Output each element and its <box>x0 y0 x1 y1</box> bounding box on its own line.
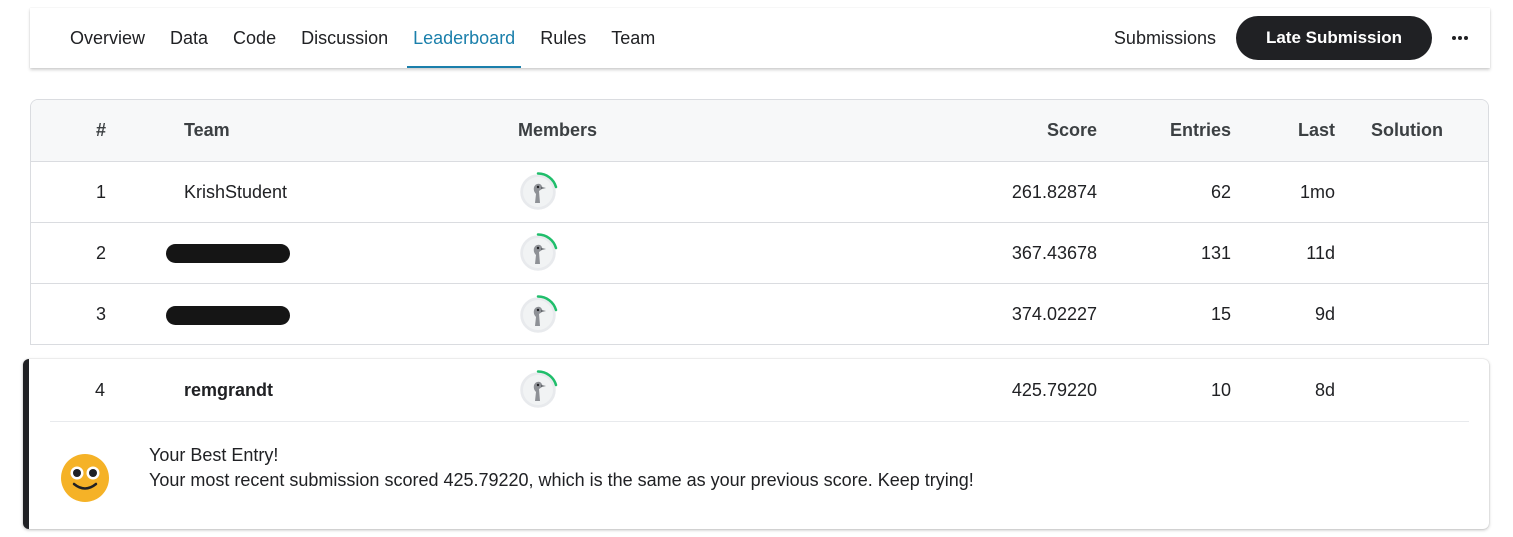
row-entries: 62 <box>1210 181 1231 202</box>
tab-rules[interactable]: Rules <box>534 8 592 68</box>
header-members: Members <box>518 120 598 140</box>
header-solution: Solution <box>1371 120 1443 140</box>
competition-nav: Overview Data Code Discussion Leaderboar… <box>30 8 1490 68</box>
header-entries[interactable]: Entries <box>1131 100 1231 161</box>
row-rank: 3 <box>95 304 106 324</box>
divider <box>50 421 1469 422</box>
row-entries: 10 <box>1210 379 1231 400</box>
row-entries: 131 <box>1200 242 1231 263</box>
tab-code[interactable]: Code <box>227 8 282 68</box>
tab-team[interactable]: Team <box>605 8 661 68</box>
ostrich-avatar-icon[interactable] <box>518 294 558 335</box>
row-rank: 4 <box>94 379 105 400</box>
redaction-mark <box>166 244 290 263</box>
tab-leaderboard[interactable]: Leaderboard <box>407 8 522 68</box>
ostrich-avatar-icon[interactable] <box>518 172 558 212</box>
leaderboard-table: # Team Members Score Entries Last Soluti… <box>30 99 1489 345</box>
redaction-mark <box>166 305 290 325</box>
tab-overview[interactable]: Overview <box>64 8 151 68</box>
tab-data[interactable]: Data <box>164 8 214 68</box>
current-user-entry: 4 remgrandt 425.79220 10 8d Your Best En… <box>23 359 1489 529</box>
message-title: Your Best Entry! <box>149 445 279 465</box>
submission-message: Your Best Entry! Your most recent submis… <box>149 443 974 493</box>
row-team-name[interactable] <box>166 284 484 344</box>
row-team-name[interactable] <box>166 223 484 283</box>
table-row-current-user: 4 remgrandt 425.79220 10 8d <box>29 359 1489 421</box>
tab-discussion[interactable]: Discussion <box>295 8 394 68</box>
header-rank[interactable]: # <box>71 100 131 161</box>
tab-list: Overview Data Code Discussion Leaderboar… <box>64 8 674 68</box>
row-members <box>518 284 618 344</box>
row-last: 11d <box>1306 242 1335 263</box>
late-submission-button[interactable]: Late Submission <box>1235 16 1432 60</box>
row-score: 425.79220 <box>1011 379 1097 400</box>
table-header: # Team Members Score Entries Last Soluti… <box>31 100 1488 162</box>
row-score: 261.82874 <box>1011 181 1097 202</box>
message-body: Your most recent submission scored 425.7… <box>149 470 974 490</box>
row-last: 1mo <box>1299 181 1335 202</box>
row-members <box>518 223 618 283</box>
table-row: 1 KrishStudent 261.82874 62 1mo <box>31 162 1488 223</box>
row-members <box>518 359 618 421</box>
row-entries: 15 <box>1210 304 1231 324</box>
header-score[interactable]: Score <box>897 100 1097 161</box>
ostrich-avatar-icon[interactable] <box>518 370 558 410</box>
row-rank: 1 <box>95 181 106 202</box>
submissions-link[interactable]: Submissions <box>1114 28 1216 49</box>
row-team-name[interactable]: KrishStudent <box>184 162 484 222</box>
row-last: 9d <box>1314 304 1335 324</box>
header-last[interactable]: Last <box>1251 100 1335 161</box>
more-horizontal-icon[interactable] <box>1440 18 1480 58</box>
row-score: 367.43678 <box>1011 242 1097 263</box>
row-team-name[interactable]: remgrandt <box>184 359 484 421</box>
row-members <box>518 162 618 222</box>
ostrich-avatar-icon[interactable] <box>518 233 558 273</box>
table-row: 3 374.02227 15 9d <box>31 284 1488 344</box>
row-score: 374.02227 <box>1011 304 1097 324</box>
header-team[interactable]: Team <box>184 100 484 161</box>
row-last: 8d <box>1314 379 1335 400</box>
row-rank: 2 <box>95 242 106 263</box>
table-row: 2 367.43678 131 11d <box>31 223 1488 284</box>
nav-actions: Submissions Late Submission <box>1114 8 1490 68</box>
smiling-face-icon <box>60 453 110 503</box>
